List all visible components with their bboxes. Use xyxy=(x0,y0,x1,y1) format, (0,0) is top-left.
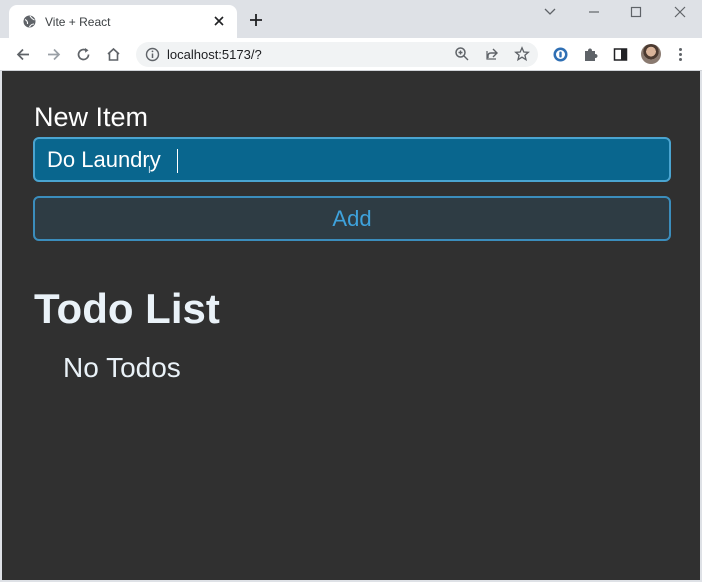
close-icon[interactable] xyxy=(211,13,227,29)
star-icon[interactable] xyxy=(514,46,530,62)
home-icon[interactable] xyxy=(105,46,122,63)
new-item-label: New Item xyxy=(34,102,149,132)
window-close-icon[interactable] xyxy=(670,4,690,20)
sidebar-icon[interactable] xyxy=(612,46,629,63)
app-viewport: New Item I Add Todo List No Todos xyxy=(2,71,700,580)
browser-tab[interactable]: Vite + React xyxy=(9,5,237,38)
ibeam-cursor-icon: I xyxy=(148,165,151,176)
info-icon[interactable] xyxy=(145,47,160,62)
address-bar[interactable]: localhost:5173/? xyxy=(136,42,538,67)
text-caret xyxy=(177,149,178,173)
share-icon[interactable] xyxy=(484,46,500,62)
browser-toolbar: localhost:5173/? xyxy=(0,38,702,71)
new-item-input[interactable] xyxy=(33,137,671,182)
add-button[interactable]: Add xyxy=(33,196,671,241)
minimize-icon[interactable] xyxy=(584,4,604,20)
chevron-down-icon[interactable] xyxy=(540,4,560,20)
key-icon[interactable] xyxy=(552,46,569,63)
url-text: localhost:5173/? xyxy=(167,47,262,62)
todo-list: No Todos xyxy=(63,352,181,384)
todo-list-heading: Todo List xyxy=(34,285,220,332)
zoom-icon[interactable] xyxy=(454,46,470,62)
kebab-menu-icon[interactable] xyxy=(672,46,689,63)
reload-icon[interactable] xyxy=(75,46,92,63)
globe-icon xyxy=(23,15,36,28)
tab-strip: Vite + React xyxy=(0,0,702,38)
tab-title: Vite + React xyxy=(45,14,111,29)
arrow-right-icon[interactable] xyxy=(45,46,62,63)
plus-icon[interactable] xyxy=(247,11,265,29)
puzzle-icon[interactable] xyxy=(582,46,599,63)
arrow-left-icon[interactable] xyxy=(15,46,32,63)
avatar[interactable] xyxy=(641,44,661,64)
empty-message: No Todos xyxy=(63,352,181,383)
maximize-icon[interactable] xyxy=(626,4,646,20)
